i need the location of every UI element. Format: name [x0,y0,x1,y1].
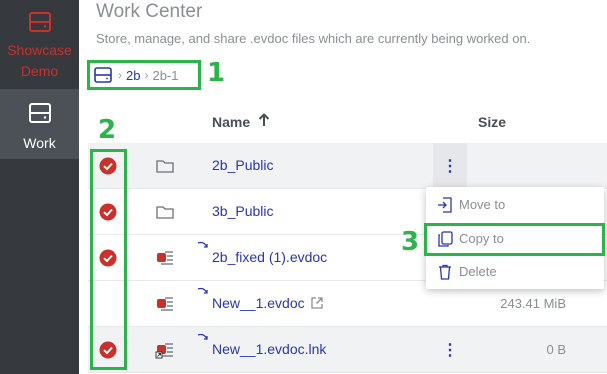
column-header-size: Size [478,114,507,130]
evdoc-file-icon [157,251,173,265]
sort-up-icon[interactable] [258,112,270,128]
file-name[interactable]: New__1.evdoc [212,295,324,311]
menu-item-label: Delete [459,264,497,279]
drive-icon [29,103,51,123]
move-to-icon [438,197,452,213]
file-size: 0 B [546,342,566,357]
page-title: Work Center [96,1,203,22]
drive-icon [29,12,51,32]
file-name[interactable]: 2b_fixed (1).evdoc [212,249,327,265]
file-name[interactable]: 2b_Public [212,157,274,173]
column-header-name[interactable]: Name [212,114,250,130]
annotation-number: 1 [207,58,226,88]
annotation-number: 3 [401,227,420,257]
sidebar-item-showcase-demo[interactable]: Showcase Demo [0,0,79,88]
trash-icon [439,264,451,280]
file-name[interactable]: 3b_Public [212,203,274,219]
external-link-icon[interactable] [310,296,324,310]
sidebar-item-label: Work [23,135,56,151]
file-size: 243.41 MiB [500,296,566,311]
more-options-icon[interactable]: ⋮ [433,327,467,373]
menu-item-delete[interactable]: Delete [426,256,604,288]
folder-icon [156,206,174,219]
shortcut-mark-icon [197,287,208,294]
annotation-number: 2 [98,115,117,145]
annotation-box-breadcrumb [87,60,201,90]
table-row[interactable]: New__1.evdoc.lnk 0 B ⋮ [88,327,607,373]
sidebar-item-work[interactable]: Work [0,89,79,159]
table-row[interactable]: 2b_Public ⋮ [88,143,607,189]
sidebar-item-label: Showcase Demo [7,42,72,79]
folder-icon [156,160,174,173]
shortcut-mark-icon [197,333,208,340]
page-subtitle: Store, manage, and share .evdoc files wh… [96,31,531,46]
menu-item-label: Move to [459,197,506,212]
more-options-icon[interactable]: ⋮ [433,143,467,189]
evdoc-file-icon [157,297,173,311]
evdoc-link-file-icon [155,343,173,359]
annotation-box-copy-to [424,223,605,256]
sidebar: Showcase Demo Work [0,0,79,374]
shortcut-mark-icon [197,241,208,248]
annotation-box-checkboxes [90,149,127,370]
menu-item-move-to[interactable]: Move to [426,189,604,221]
main-content: Work Center Store, manage, and share .ev… [79,0,607,374]
file-name[interactable]: New__1.evdoc.lnk [212,341,326,357]
